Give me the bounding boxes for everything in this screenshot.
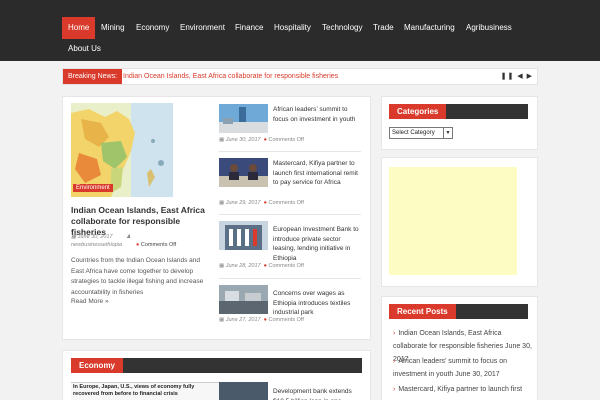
economy-thumbnail[interactable] xyxy=(219,382,268,400)
calendar-icon: ▦ xyxy=(219,137,226,143)
breaking-news-bar: Breaking News: Indian Ocean Islands, Eas… xyxy=(62,68,538,85)
comment-icon: ● xyxy=(263,317,267,323)
calendar-icon: ▦ xyxy=(219,317,226,323)
category-select[interactable]: Select Category ▼ xyxy=(389,127,453,139)
divider xyxy=(219,214,361,215)
read-more-link[interactable]: Read More » xyxy=(71,298,109,305)
comment-icon: ● xyxy=(263,263,267,269)
chevron-right-icon: › xyxy=(393,330,396,337)
nav-hospitality[interactable]: Hospitality xyxy=(268,17,317,39)
side-post-title[interactable]: European Investment Bank to introduce pr… xyxy=(273,225,361,263)
nav-about-us[interactable]: About Us xyxy=(62,38,107,60)
economy-heading-bar: Economy xyxy=(71,358,362,373)
side-post-meta: ▦ June 28, 2017 ● Comments Off xyxy=(219,263,304,269)
divider xyxy=(219,278,361,279)
economy-heading[interactable]: Economy xyxy=(71,358,124,373)
breaking-news-label: Breaking News: xyxy=(63,69,123,84)
economy-post-title[interactable]: Development bank extends $10.5 billion l… xyxy=(273,387,363,400)
comment-icon: ● xyxy=(263,137,267,143)
chevron-right-icon: › xyxy=(393,358,396,365)
divider xyxy=(219,151,361,152)
nav-home[interactable]: Home xyxy=(62,17,96,39)
breaking-news-headline[interactable]: Indian Ocean Islands, East Africa collab… xyxy=(123,69,338,84)
categories-heading-bar: Categories xyxy=(389,104,528,119)
comment-icon: ● xyxy=(263,200,267,206)
advertisement-placeholder[interactable] xyxy=(389,167,517,275)
chevron-down-icon: ▼ xyxy=(443,128,452,138)
side-post-title[interactable]: Mastercard, Kifiya partner to launch fir… xyxy=(273,159,361,188)
nav-trade[interactable]: Trade xyxy=(367,17,400,39)
africa-map-graphic xyxy=(71,103,173,197)
economy-preview-image[interactable]: In Europe, Japan, U.S., views of economy… xyxy=(71,382,221,400)
post-thumbnail[interactable] xyxy=(219,285,268,314)
side-post: Concerns over wages as Ethiopia introduc… xyxy=(219,285,361,327)
featured-excerpt: Countries from the Indian Ocean Islands … xyxy=(71,257,204,296)
featured-author[interactable]: newbusinessethiopia xyxy=(71,242,122,248)
nav-finance[interactable]: Finance xyxy=(229,17,269,39)
calendar-icon: ▦ xyxy=(71,234,77,240)
side-post-title[interactable]: African leaders’ summit to focus on inve… xyxy=(273,105,361,124)
nav-mining[interactable]: Mining xyxy=(95,17,131,39)
nav-manufacturing[interactable]: Manufacturing xyxy=(398,17,461,39)
featured-comments: ● Comments Off xyxy=(136,242,177,248)
recent-posts-heading-bar: Recent Posts xyxy=(389,304,528,319)
post-thumbnail[interactable] xyxy=(219,158,268,187)
skyline-thumbnail xyxy=(219,104,268,133)
side-post: Mastercard, Kifiya partner to launch fir… xyxy=(219,158,361,212)
bank-building-thumbnail xyxy=(219,221,268,250)
side-post-meta: ▦ June 29, 2017 ● Comments Off xyxy=(219,200,304,206)
side-post-title[interactable]: Concerns over wages as Ethiopia introduc… xyxy=(273,289,361,318)
nav-environment[interactable]: Environment xyxy=(174,17,231,39)
featured-map-image[interactable] xyxy=(71,103,173,197)
recent-post-item[interactable]: › African leaders’ summit to focus on inv… xyxy=(393,355,535,381)
ticker-controls[interactable]: ❚❚ ◀ ▶ xyxy=(501,72,533,80)
meeting-thumbnail xyxy=(219,158,268,187)
recent-post-item[interactable]: › Mastercard, Kifiya partner to launch fi… xyxy=(393,383,535,396)
category-badge[interactable]: Environment xyxy=(73,184,113,192)
nav-economy[interactable]: Economy xyxy=(130,17,175,39)
post-thumbnail[interactable] xyxy=(219,104,268,133)
side-post: African leaders’ summit to focus on inve… xyxy=(219,104,361,150)
main-navigation: Home Mining Economy Environment Finance … xyxy=(0,0,600,61)
nav-technology[interactable]: Technology xyxy=(316,17,368,39)
nav-agribusiness[interactable]: Agribusiness xyxy=(460,17,518,39)
featured-date: ▦ June 30, 2017 xyxy=(71,234,113,240)
factory-thumbnail xyxy=(219,285,268,314)
recent-posts-heading: Recent Posts xyxy=(389,304,456,319)
calendar-icon: ▦ xyxy=(219,263,226,269)
chevron-right-icon: › xyxy=(393,386,396,393)
categories-heading: Categories xyxy=(389,104,447,119)
calendar-icon: ▦ xyxy=(219,200,226,206)
side-post-meta: ▦ June 30, 2017 ● Comments Off xyxy=(219,137,304,143)
author-icon: ♟ xyxy=(126,234,131,240)
side-post: European Investment Bank to introduce pr… xyxy=(219,221,361,271)
side-post-meta: ▦ June 27, 2017 ● Comments Off xyxy=(219,317,304,323)
comment-icon: ● xyxy=(136,242,140,248)
post-thumbnail[interactable] xyxy=(219,221,268,250)
